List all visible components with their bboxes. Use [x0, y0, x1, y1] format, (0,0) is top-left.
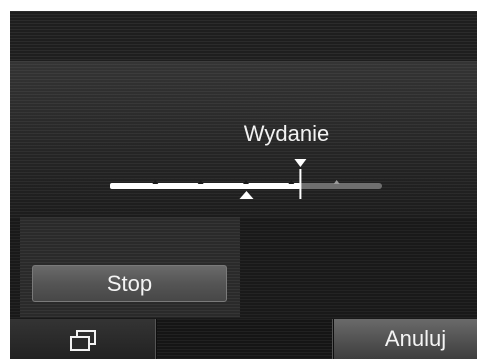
slider-tick — [288, 180, 295, 184]
display-mode-button[interactable] — [10, 319, 156, 359]
slider-tick — [197, 180, 204, 184]
bottom-bar: Anuluj — [10, 319, 477, 359]
default-marker — [239, 191, 254, 199]
slider-cursor[interactable] — [294, 159, 307, 199]
slider-tick — [243, 180, 249, 184]
slider-tick — [333, 180, 340, 184]
camera-screen: Wydanie Stop Anuluj — [10, 11, 477, 359]
slider-fill — [110, 183, 301, 189]
display-mode-icon — [70, 330, 96, 351]
stop-button[interactable]: Stop — [32, 265, 227, 302]
bottom-bar-empty-slot — [157, 319, 333, 359]
stop-panel: Stop — [20, 217, 240, 317]
cancel-button[interactable]: Anuluj — [334, 319, 477, 359]
slider-tick — [152, 180, 159, 184]
